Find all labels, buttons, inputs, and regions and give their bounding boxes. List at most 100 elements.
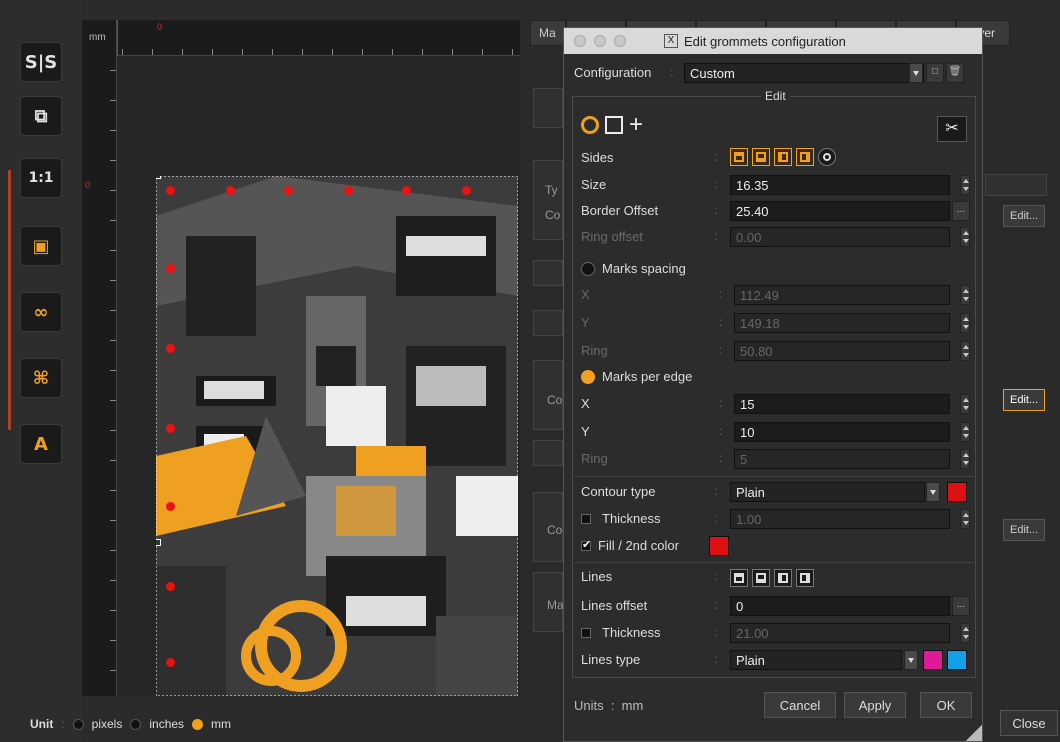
panel-label-co: Co [547, 523, 563, 537]
cancel-button[interactable]: Cancel [764, 692, 836, 718]
fill-color-swatch[interactable] [709, 536, 729, 556]
contour-type-colon: : [714, 484, 718, 498]
edit-button[interactable]: Edit... [1003, 389, 1046, 411]
resize-grip-icon[interactable] [966, 725, 982, 741]
ruler-tick [110, 130, 116, 131]
maximize-window-icon[interactable] [614, 35, 626, 47]
ring-offset-input[interactable]: 0.00 [730, 227, 950, 247]
dialog-titlebar[interactable]: X Edit grommets configuration [564, 28, 982, 54]
contour-color-swatch[interactable] [947, 482, 967, 502]
lines-type-dropdown-icon[interactable] [904, 650, 918, 670]
border-offset-row: Border Offset : 25.40 ... [564, 198, 984, 224]
ring-offset-stepper[interactable] [960, 227, 970, 247]
new-config-icon[interactable]: □ [926, 63, 944, 83]
circle-shape-icon[interactable] [581, 116, 599, 134]
ruler-tick [110, 430, 116, 431]
text-button[interactable]: A [20, 424, 62, 464]
edit-button[interactable]: Edit... [1003, 519, 1046, 541]
lines-offset-input[interactable]: 0 [730, 596, 950, 616]
spacing-x-input[interactable]: 112.49 [734, 285, 950, 305]
unit-mm-label: mm [211, 717, 232, 731]
lines-thickness-input[interactable]: 21.00 [730, 623, 950, 643]
marks-per-edge-radio[interactable] [581, 370, 595, 384]
selection-handle[interactable] [156, 539, 161, 546]
ruler-tick [302, 49, 303, 55]
close-window-icon[interactable] [574, 35, 586, 47]
artwork-preview[interactable] [156, 176, 518, 696]
border-offset-input[interactable]: 25.40 [730, 201, 950, 221]
side-left-icon[interactable] [774, 148, 792, 166]
edge-ring-stepper[interactable] [960, 449, 970, 469]
lines-color-2-swatch[interactable] [947, 650, 967, 670]
side-top-icon[interactable] [730, 148, 748, 166]
lines-type-row: Lines type : Plain [564, 647, 984, 673]
fit-frame-icon: ▣ [32, 235, 50, 257]
size-stepper[interactable] [960, 175, 970, 195]
minimize-window-icon[interactable] [594, 35, 606, 47]
thickness-stepper[interactable] [960, 509, 970, 529]
lines-thickness-checkbox[interactable] [581, 628, 591, 638]
apply-button[interactable]: Apply [844, 692, 906, 718]
export-button[interactable]: ⧉ [20, 96, 62, 136]
panel-dropdown[interactable] [985, 174, 1047, 196]
contour-type-dropdown-icon[interactable] [926, 482, 940, 502]
actual-size-button[interactable]: 1:1 [20, 158, 62, 198]
contour-type-label: Contour type [581, 484, 656, 499]
spacing-ring-stepper[interactable] [960, 341, 970, 361]
edge-y-stepper[interactable] [960, 422, 970, 442]
border-offset-more-button[interactable]: ... [952, 201, 970, 221]
side-right-icon[interactable] [796, 148, 814, 166]
lines-offset-colon: : [714, 598, 718, 612]
line-right-icon[interactable] [796, 569, 814, 587]
scissors-icon[interactable]: ✂ [937, 116, 967, 142]
side-bottom-icon[interactable] [752, 148, 770, 166]
thickness-checkbox[interactable] [581, 514, 591, 524]
spacing-y-input[interactable]: 149.18 [734, 313, 950, 333]
line-bottom-icon[interactable] [752, 569, 770, 587]
delete-config-icon[interactable]: 🗑 [946, 63, 964, 83]
selection-handle[interactable] [156, 176, 161, 179]
edge-y-input[interactable]: 10 [734, 422, 950, 442]
cross-shape-icon[interactable]: + [629, 113, 643, 137]
lines-color-1-swatch[interactable] [923, 650, 943, 670]
configuration-dropdown-icon[interactable] [909, 63, 923, 83]
line-left-icon[interactable] [774, 569, 792, 587]
edge-x-stepper[interactable] [960, 394, 970, 414]
contour-type-select[interactable]: Plain [730, 482, 925, 502]
edge-x-input[interactable]: 15 [734, 394, 950, 414]
sides-row: Sides : [564, 145, 984, 171]
configuration-select[interactable]: Custom [684, 63, 924, 83]
spacing-y-stepper[interactable] [960, 313, 970, 333]
square-shape-icon[interactable] [605, 116, 623, 134]
s-tool-button[interactable]: S|S [20, 42, 62, 82]
lines-thickness-stepper[interactable] [960, 623, 970, 643]
lines-row: Lines : [564, 564, 984, 590]
tab-ma[interactable]: Ma [530, 20, 566, 46]
line-top-icon[interactable] [730, 569, 748, 587]
unit-pixels-radio[interactable] [72, 718, 84, 730]
spacing-ring-input[interactable]: 50.80 [734, 341, 950, 361]
sides-buttons [730, 148, 870, 168]
unit-mm-radio[interactable] [192, 718, 204, 730]
side-all-icon[interactable] [818, 148, 836, 166]
fit-frame-button[interactable]: ▣ [20, 226, 62, 266]
unit-inches-radio[interactable] [130, 718, 142, 730]
ruler-tick [110, 580, 116, 581]
ruler-tick [512, 49, 513, 55]
grommets-button[interactable]: ⌘ [20, 358, 62, 398]
configuration-label: Configuration [574, 65, 652, 80]
lines-type-select[interactable]: Plain [730, 650, 902, 670]
link-button[interactable]: ∞ [20, 292, 62, 332]
lines-offset-more-button[interactable]: ... [952, 596, 970, 616]
close-button[interactable]: Close [1000, 710, 1058, 736]
fill-checkbox[interactable] [581, 538, 591, 551]
edge-ring-input[interactable]: 5 [734, 449, 950, 469]
marks-spacing-radio[interactable] [581, 262, 595, 276]
thickness-input[interactable]: 1.00 [730, 509, 950, 529]
thickness-colon: : [714, 511, 718, 525]
spacing-x-stepper[interactable] [960, 285, 970, 305]
size-input[interactable]: 16.35 [730, 175, 950, 195]
ok-button[interactable]: OK [920, 692, 972, 718]
contour-type-row: Contour type : Plain [564, 479, 984, 505]
edit-button[interactable]: Edit... [1003, 205, 1046, 227]
